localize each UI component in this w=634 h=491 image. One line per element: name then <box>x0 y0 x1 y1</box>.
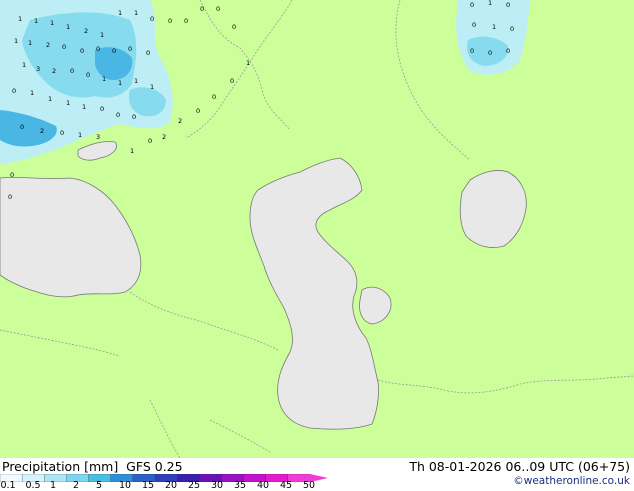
precip-value-label: 1 <box>82 103 86 111</box>
precip-value-label: 0 <box>100 105 104 113</box>
precip-value-label: 0 <box>70 67 74 75</box>
precip-value-label: 0 <box>62 43 66 51</box>
precip-value-label: 0 <box>60 129 64 137</box>
legend-ticks: 0.1 0.5 1 2 5 10 15 20 25 30 35 40 45 50 <box>0 480 330 491</box>
precip-value-label: 1 <box>130 147 134 155</box>
product-title: Precipitation [mm] <box>2 459 119 474</box>
legend-tick-label: 0.5 <box>25 480 41 491</box>
precip-value-label: 2 <box>178 117 182 125</box>
precip-value-label: 1 <box>488 0 492 7</box>
precip-value-label: 2 <box>40 127 44 135</box>
precip-value-label: 0 <box>8 193 12 201</box>
precip-value-label: 2 <box>84 27 88 35</box>
precipitation-map: 1 1 1 1 2 1 1 1 0 0 0 0 0 0 1 1 2 0 0 0 0 0 0 1 3 2 0 0 1 1 1 1 0 1 1 1 1 0 0 0… <box>0 0 634 458</box>
precip-value-label: 1 <box>66 99 70 107</box>
precip-value-label: 0 <box>510 25 514 33</box>
legend-tick-label: 25 <box>187 480 201 491</box>
precip-value-label: 3 <box>96 133 100 141</box>
precip-value-label: 0 <box>86 71 90 79</box>
precip-value-label: 1 <box>22 61 26 69</box>
precip-value-label: 0 <box>12 87 16 95</box>
precip-value-label: 3 <box>36 65 40 73</box>
precip-value-label: 0 <box>212 93 216 101</box>
precip-value-label: 1 <box>118 79 122 87</box>
precip-value-label: 1 <box>48 95 52 103</box>
legend-tick-label: 40 <box>256 480 270 491</box>
precip-value-label: 0 <box>196 107 200 115</box>
precip-value-label: 0 <box>472 21 476 29</box>
precip-value-label: 1 <box>102 75 106 83</box>
precip-value-label: 0 <box>150 15 154 23</box>
precip-value-label: 0 <box>470 47 474 55</box>
precip-value-label: 0 <box>80 47 84 55</box>
credit-link[interactable]: ©weatheronline.co.uk <box>513 475 630 487</box>
precip-value-label: 0 <box>128 45 132 53</box>
precip-value-label: 1 <box>66 23 70 31</box>
map-footer: Precipitation [mm] GFS 0.25 Th 08-01-202… <box>0 458 634 491</box>
precip-value-label: 0 <box>148 137 152 145</box>
precip-value-label: 0 <box>232 23 236 31</box>
precip-value-label: 0 <box>506 47 510 55</box>
precip-value-label: 1 <box>28 39 32 47</box>
map-title: Precipitation [mm] GFS 0.25 <box>2 459 183 474</box>
legend-tick-label: 5 <box>95 480 103 491</box>
precip-value-label: 2 <box>52 67 56 75</box>
precip-value-label: 0 <box>488 49 492 57</box>
precip-value-label: 2 <box>46 41 50 49</box>
precip-value-label: 0 <box>200 5 204 13</box>
precip-value-label: 0 <box>168 17 172 25</box>
precip-value-label: 1 <box>100 31 104 39</box>
legend-tick-label: 10 <box>118 480 132 491</box>
legend-tick-label: 0.1 <box>0 480 16 491</box>
legend-tick-label: 35 <box>233 480 247 491</box>
legend-tick-label: 20 <box>164 480 178 491</box>
model-name: GFS 0.25 <box>126 459 183 474</box>
legend-tick-label: 15 <box>141 480 155 491</box>
precip-value-label: 1 <box>50 19 54 27</box>
precip-value-label: 0 <box>230 77 234 85</box>
precip-value-label: 0 <box>132 113 136 121</box>
precip-value-label: 1 <box>150 83 154 91</box>
precip-value-label: 1 <box>134 9 138 17</box>
precip-value-label: 1 <box>14 37 18 45</box>
precip-value-label: 1 <box>118 9 122 17</box>
precip-value-label: 0 <box>112 47 116 55</box>
precip-value-label: 0 <box>184 17 188 25</box>
legend-tick-label: 45 <box>279 480 293 491</box>
precip-value-label: 2 <box>162 133 166 141</box>
legend-tick-label: 50 <box>302 480 316 491</box>
precip-value-label: 1 <box>492 23 496 31</box>
precip-value-label: 0 <box>216 5 220 13</box>
precip-value-label: 1 <box>78 131 82 139</box>
precip-value-label: 0 <box>20 123 24 131</box>
precip-value-label: 0 <box>116 111 120 119</box>
valid-time: Th 08-01-2026 06..09 UTC (06+75) <box>409 459 630 474</box>
precip-value-label: 0 <box>96 45 100 53</box>
precip-value-label: 1 <box>34 17 38 25</box>
precip-value-label: 1 <box>246 59 250 67</box>
precip-value-label: 1 <box>134 77 138 85</box>
precip-value-label: 0 <box>470 1 474 9</box>
precip-value-label: 0 <box>10 171 14 179</box>
legend-tick-label: 1 <box>49 480 57 491</box>
precip-value-label: 0 <box>146 49 150 57</box>
precip-value-label: 1 <box>30 89 34 97</box>
precip-value-label: 0 <box>506 1 510 9</box>
legend-tick-label: 30 <box>210 480 224 491</box>
legend-tick-label: 2 <box>72 480 80 491</box>
precip-value-label: 1 <box>18 15 22 23</box>
